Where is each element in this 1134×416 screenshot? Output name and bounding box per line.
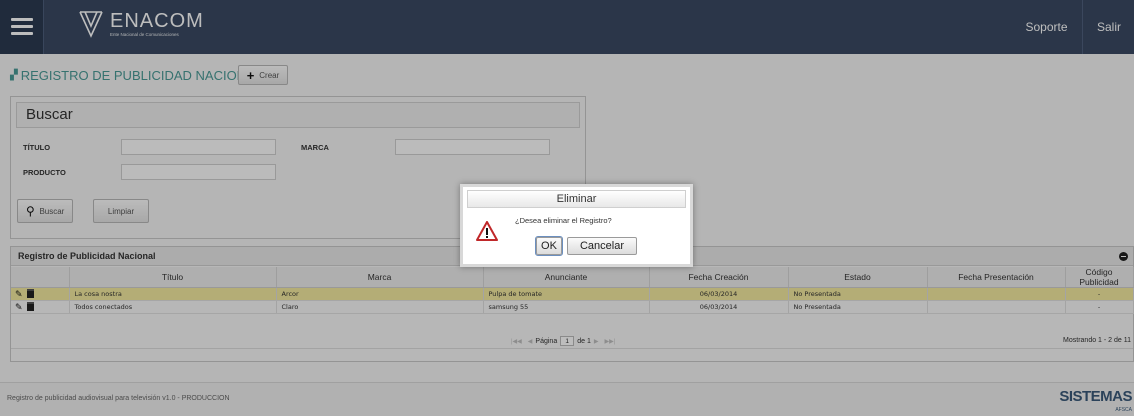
dialog-title: Eliminar: [467, 190, 686, 208]
delete-dialog: Eliminar ¿Desea eliminar el Registro? OK…: [460, 184, 693, 267]
ok-button[interactable]: OK: [535, 236, 563, 256]
dialog-message: ¿Desea eliminar el Registro?: [515, 216, 612, 225]
warning-icon: [476, 221, 498, 241]
cancel-button[interactable]: Cancelar: [567, 237, 637, 255]
